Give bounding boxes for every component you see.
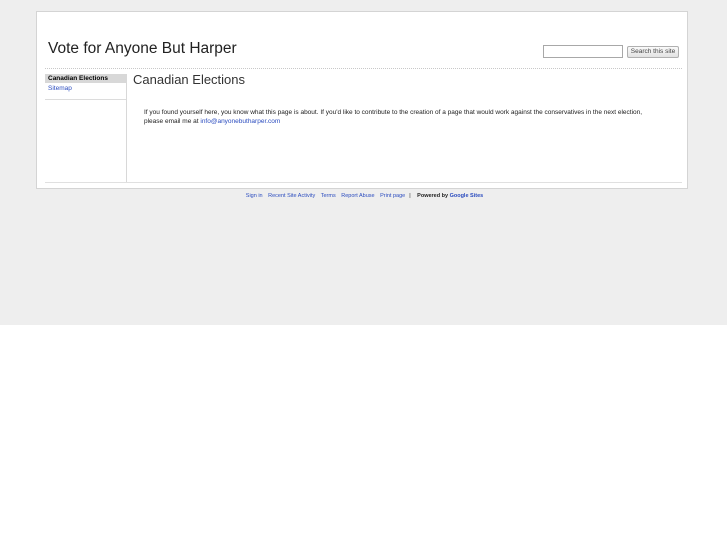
footer-print-page-link[interactable]: Print page <box>380 193 405 199</box>
powered-by-label: Powered by <box>417 193 449 199</box>
sidebar-divider <box>45 99 126 100</box>
sidebar-item-canadian-elections[interactable]: Canadian Elections <box>45 74 126 83</box>
email-link[interactable]: info@anyonebutharper.com <box>200 118 280 125</box>
footer-divider <box>45 182 682 183</box>
footer: Sign in Recent Site Activity Terms Repor… <box>0 193 727 199</box>
footer-terms-link[interactable]: Terms <box>321 193 336 199</box>
site-title: Vote for Anyone But Harper <box>48 40 237 57</box>
page-body: If you found yourself here, you know wha… <box>144 108 644 126</box>
search-button[interactable]: Search this site <box>627 46 679 58</box>
footer-report-abuse-link[interactable]: Report Abuse <box>341 193 374 199</box>
footer-sign-in-link[interactable]: Sign in <box>246 193 263 199</box>
google-sites-link[interactable]: Google Sites <box>450 193 484 199</box>
site-container: Vote for Anyone But Harper Search this s… <box>36 11 688 189</box>
sidebar-item-sitemap[interactable]: Sitemap <box>45 84 126 93</box>
page-title: Canadian Elections <box>133 72 246 87</box>
search-input[interactable] <box>543 45 623 58</box>
footer-separator: | <box>409 193 411 199</box>
header-divider <box>45 68 682 69</box>
footer-recent-activity-link[interactable]: Recent Site Activity <box>268 193 315 199</box>
powered-by: Powered by Google Sites <box>417 193 483 199</box>
sidebar-nav: Canadian Elections Sitemap <box>45 74 127 182</box>
